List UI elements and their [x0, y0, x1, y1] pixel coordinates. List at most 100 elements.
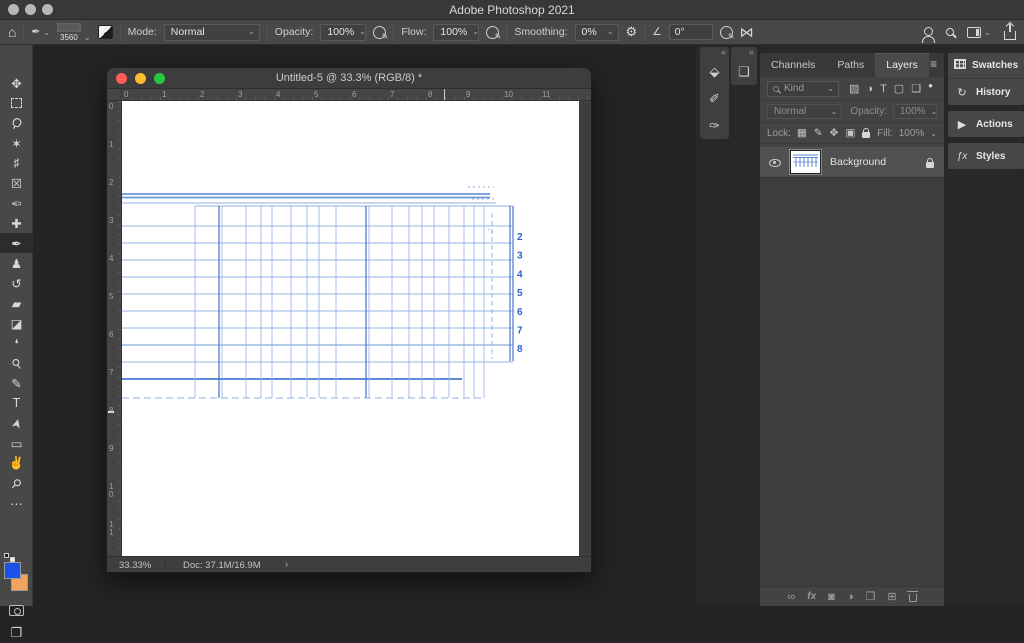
canvas[interactable]: 2 3 4 5 6 7 8 [122, 101, 579, 558]
eyedropper-tool-icon[interactable]: ✑ [0, 193, 33, 213]
account-icon[interactable] [922, 26, 936, 43]
filter-shape-layers-icon[interactable]: ▢ [894, 82, 904, 95]
tab-layers[interactable]: Layers [875, 53, 929, 77]
vertical-ruler[interactable]: 0 1 2 3 4 5 6 7 8 9 10 11 [107, 101, 122, 556]
paint-symmetry-icon[interactable]: ⋈ [740, 24, 754, 41]
filter-adjustment-layers-icon[interactable]: ◑ [866, 83, 873, 95]
brushes-panel-icon[interactable]: ✑ [700, 112, 729, 139]
layer-opacity-select[interactable]: 100% ⌄ [893, 104, 937, 119]
pressure-opacity-icon[interactable] [373, 25, 388, 41]
lock-transparency-icon[interactable]: ▦ [797, 127, 807, 139]
path-selection-tool-icon[interactable]: ➤ [0, 413, 33, 433]
default-colors-icon[interactable] [4, 553, 9, 558]
marquee-shape [11, 98, 22, 108]
zoom-level-field[interactable]: 33.33% [119, 560, 151, 571]
flow-select[interactable]: 100% ⌄ [433, 23, 480, 41]
collapsed-panel-column-1: «⬙ ✐ ✑ [700, 47, 729, 139]
panel-label: Actions [976, 118, 1013, 130]
pressure-size-icon[interactable] [719, 25, 735, 41]
brush-settings-panel-icon[interactable]: ✐ [700, 85, 729, 112]
frame-tool-icon[interactable]: ☒ [0, 173, 33, 193]
filter-smart-objects-icon[interactable]: ❏ [911, 82, 921, 95]
collapsed-panel-history[interactable]: ↻ History [948, 79, 1024, 105]
quick-mask-icon[interactable] [9, 605, 24, 616]
gradient-tool-icon[interactable]: ◪ [0, 313, 33, 333]
collapsed-panel-styles[interactable]: ƒx Styles [948, 143, 1024, 169]
filter-toggle-icon[interactable]: ● [928, 81, 933, 90]
layer-group-icon[interactable]: ❒ [865, 590, 875, 603]
foreground-color-swatch[interactable] [4, 562, 21, 579]
layer-thumbnail[interactable] [789, 149, 822, 175]
opacity-select[interactable]: 100% ⌄ [320, 23, 367, 41]
layer-name[interactable]: Background [830, 156, 886, 168]
lock-paint-icon[interactable]: ✎ [814, 127, 823, 139]
layer-mask-icon[interactable]: ◙ [828, 591, 835, 603]
lock-position-icon[interactable]: ✥ [830, 127, 839, 139]
brush-angle-field[interactable]: 0° [668, 24, 713, 40]
adjustment-layer-icon[interactable]: ◑ [847, 591, 854, 603]
brush-preset-picker[interactable]: 3560 ⌄ [56, 22, 91, 42]
blur-tool-icon[interactable]: ❛ [0, 333, 33, 353]
layer-visibility-eye-icon[interactable] [769, 159, 781, 167]
document-titlebar[interactable]: Untitled-5 @ 33.3% (RGB/8) * [107, 68, 591, 89]
smoothing-options-gear-icon[interactable]: ⚙ [626, 24, 638, 40]
collapse-panels-icon[interactable]: « [731, 47, 757, 58]
hruler-number: 10 [504, 90, 513, 99]
zoom-tool-icon[interactable]: ⚲ [0, 473, 33, 493]
move-tool-icon[interactable]: ✥ [0, 73, 33, 93]
healing-brush-tool-icon[interactable]: ✚ [0, 213, 33, 233]
search-icon[interactable] [946, 28, 955, 36]
fill-value[interactable]: 100% [899, 128, 925, 139]
link-layers-icon[interactable]: ∞ [787, 591, 795, 603]
tab-channels[interactable]: Channels [760, 53, 826, 77]
hruler-number: 7 [390, 90, 395, 99]
delete-layer-icon[interactable] [907, 591, 919, 602]
home-icon[interactable]: ⌂ [8, 24, 16, 40]
filter-type-layers-icon[interactable]: T [880, 83, 887, 95]
panel-menu-icon[interactable]: ≡ [930, 57, 937, 71]
pen-tool-icon[interactable]: ✎ [0, 373, 33, 393]
crop-tool-icon[interactable]: ♯ [0, 153, 33, 173]
rectangle-tool-icon[interactable]: ▭ [0, 433, 33, 453]
collapse-panels-icon[interactable]: « [700, 47, 729, 58]
layer-filter-search[interactable]: Kind ⌄ [767, 80, 839, 97]
screen-mode-icon[interactable]: ❐ [0, 623, 33, 643]
libraries-panel-icon[interactable]: ❏ [731, 58, 757, 85]
clone-stamp-tool-icon[interactable]: ♟ [0, 253, 33, 273]
workspace-switcher[interactable]: ⌄ [967, 26, 991, 38]
share-icon[interactable] [1004, 23, 1016, 40]
divider [506, 23, 508, 41]
filter-pixel-layers-icon[interactable]: ▨ [849, 82, 859, 95]
new-layer-icon[interactable]: ⊞ [887, 590, 896, 603]
vruler-number: 4 [109, 254, 114, 263]
lock-artboard-icon[interactable]: ▣ [845, 127, 855, 139]
blend-mode-select[interactable]: Normal ⌄ [163, 23, 260, 41]
tab-paths[interactable]: Paths [826, 53, 875, 77]
lasso-tool-icon[interactable]: Ϙ [0, 113, 33, 133]
eraser-tool-icon[interactable]: ▰ [0, 293, 33, 313]
layer-lock-icon[interactable] [926, 158, 934, 168]
layer-effects-icon[interactable]: fx [807, 591, 816, 602]
hruler-number: 2 [200, 90, 205, 99]
dodge-tool-icon[interactable]: ⚲ [0, 353, 33, 373]
brush-tool-icon[interactable]: ✒ [0, 233, 33, 253]
magic-wand-tool-icon[interactable]: ✶ [0, 133, 33, 153]
history-brush-tool-icon[interactable]: ↺ [0, 273, 33, 293]
status-options-chevron[interactable]: › [285, 559, 288, 570]
layer-row-background[interactable]: Background [760, 147, 944, 178]
collapsed-panel-swatches[interactable]: Swatches [948, 53, 1024, 79]
rectangular-marquee-tool-icon[interactable] [0, 93, 33, 113]
lock-all-icon[interactable] [862, 128, 871, 138]
ruler-origin-corner[interactable] [107, 89, 122, 101]
toggle-brush-settings-panel-icon[interactable] [97, 25, 113, 39]
edit-toolbar-ellipsis-icon[interactable]: ⋯ [0, 493, 33, 513]
hand-tool-icon[interactable]: ✌ [0, 453, 33, 473]
collapsed-panel-actions[interactable]: ▶ Actions [948, 111, 1024, 137]
brush-tool-preset[interactable]: ✒ ⌄ [31, 26, 49, 38]
horizontal-ruler[interactable]: 0 1 2 3 4 5 6 7 8 9 10 11 [122, 89, 591, 101]
layer-blend-mode-select[interactable]: Normal ⌄ [767, 104, 843, 119]
properties-panel-icon[interactable]: ⬙ [700, 58, 729, 85]
smoothing-select[interactable]: 0% ⌄ [574, 23, 619, 41]
type-tool-icon[interactable]: T [0, 393, 33, 413]
airbrush-icon[interactable] [486, 25, 501, 41]
